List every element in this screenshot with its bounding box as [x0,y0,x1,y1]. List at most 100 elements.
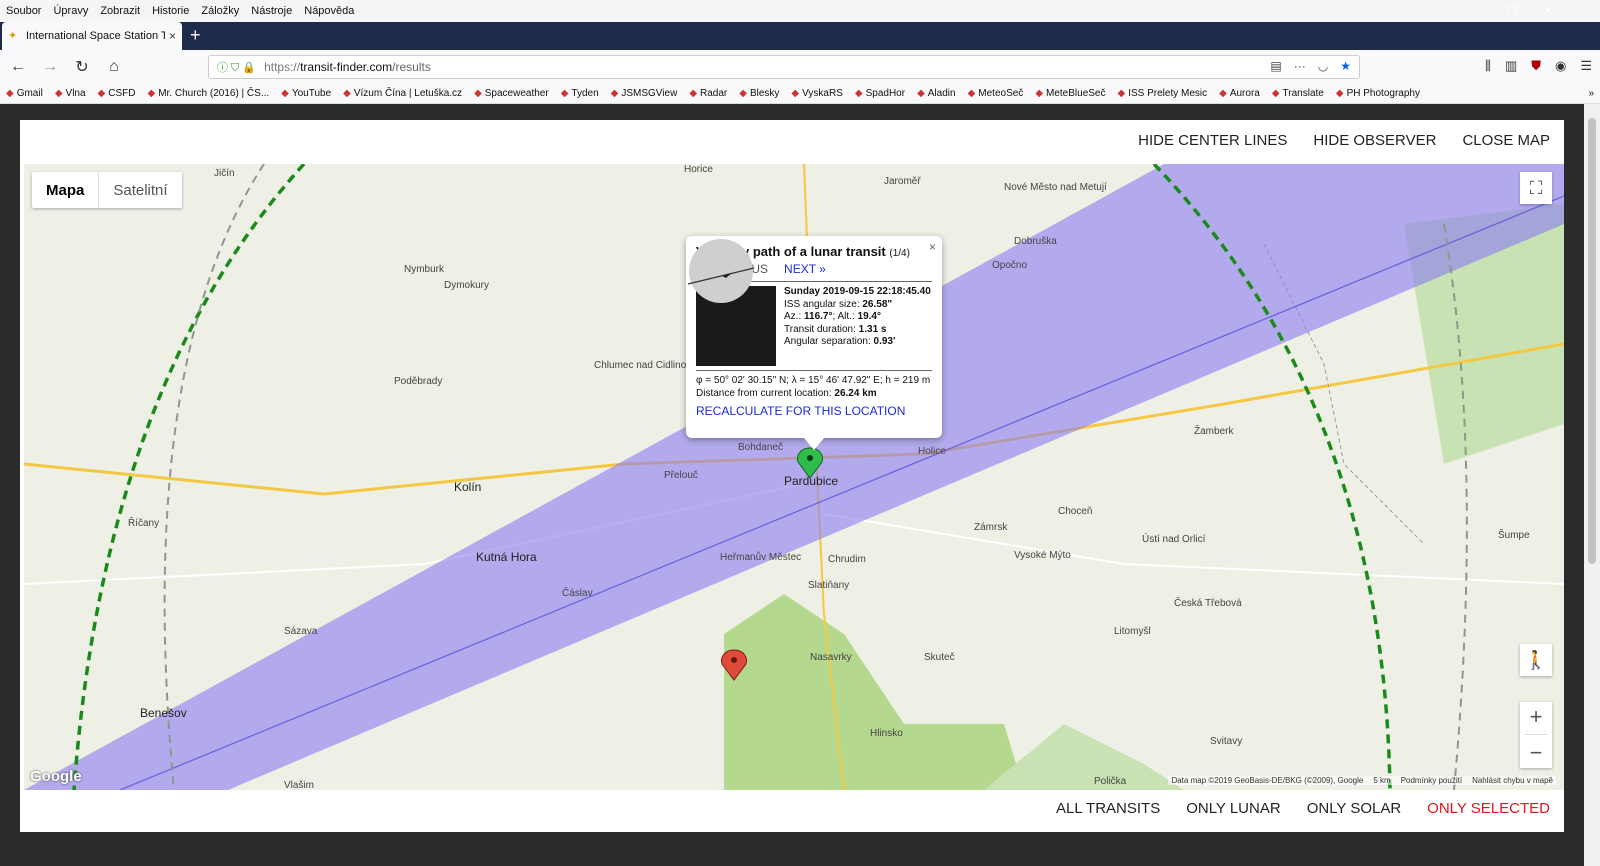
bookmark-icon: ◆ [343,88,351,99]
duration-value: 1.31 s [858,323,887,335]
url-bar[interactable]: ⓘ ⛉ 🔒 https:// transit-finder.com /resul… [208,55,1360,79]
next-button[interactable]: NEXT » [784,262,826,276]
bookmark-item[interactable]: ◆ Tyden [555,88,605,99]
bookmark-item[interactable]: ◆ JSMSGView [605,88,684,99]
info-page: (1/4) [889,248,910,259]
bookmark-item[interactable]: ◆ Translate [1266,88,1330,99]
reload-button[interactable]: ↻ [68,53,96,81]
bookmark-label: Blesky [749,88,780,99]
only-lunar-button[interactable]: ONLY LUNAR [1186,800,1280,817]
terms-link[interactable]: Podmínky použití [1401,776,1462,785]
town-label: Nymburk [404,264,445,275]
menu-view[interactable]: Zobrazit [94,5,146,17]
bookmark-icon: ◆ [854,88,863,99]
all-transits-button[interactable]: ALL TRANSITS [1056,800,1160,817]
town-label: Skuteč [924,652,955,663]
separation-value: 0.93' [873,336,896,347]
menu-tools[interactable]: Nástroje [245,5,298,17]
restore-button[interactable]: ❐ [1494,0,1530,22]
bookmark-icon: ◆ [791,88,800,99]
bookmark-item[interactable]: ◆ MeteoSeč [962,88,1030,99]
bookmark-item[interactable]: ◆ VyskaRS [785,88,848,99]
pegman-icon[interactable]: 🚶 [1520,644,1552,676]
close-tab-icon[interactable]: × [169,29,176,43]
bookmark-label: MeteBlueSeč [1046,88,1106,99]
reader-icon[interactable]: ▤ [1270,59,1281,73]
zoom-out-button[interactable]: − [1530,740,1543,766]
bookmark-item[interactable]: ◆ SpadHor [849,88,911,99]
more-icon[interactable]: ··· [1294,59,1306,73]
tab-strip: ✦ International Space Station Tra × + [0,22,1600,50]
page-content: HIDE CENTER LINES HIDE OBSERVER CLOSE MA… [0,104,1584,866]
bookmark-item[interactable]: ◆ YouTube [275,88,337,99]
bookmark-label: JSMSGView [621,88,678,99]
map-type-map-button[interactable]: Mapa [32,172,98,208]
town-label: Slatiňany [808,580,850,591]
bookmark-item[interactable]: ◆ MeteBlueSeč [1029,88,1111,99]
back-button[interactable]: ← [4,53,32,81]
close-window-button[interactable]: ✕ [1530,0,1566,22]
hide-observer-button[interactable]: HIDE OBSERVER [1313,132,1436,149]
account-icon[interactable]: ◉ [1555,58,1566,74]
hide-center-lines-button[interactable]: HIDE CENTER LINES [1138,132,1287,149]
menu-edit[interactable]: Úpravy [47,5,94,17]
bookmarks-overflow-button[interactable]: » [1582,88,1600,99]
transit-map[interactable]: Jičín Nymburk Dymokury Poděbrady Chlumec… [24,164,1564,790]
page-scrollbar[interactable] [1584,104,1600,866]
town-label: Chlumec nad Cidlinou [594,360,692,371]
bookmark-label: Translate [1282,88,1324,99]
google-logo: Google [30,768,82,785]
ublock-icon[interactable]: ⛊ [1531,58,1541,74]
report-link[interactable]: Nahlásit chybu v mapě [1472,776,1553,785]
home-button[interactable]: ⌂ [100,53,128,81]
recalculate-button[interactable]: RECALCULATE FOR THIS LOCATION [696,404,932,418]
menu-bookmarks[interactable]: Záložky [195,5,245,17]
map-type-satellite-button[interactable]: Satelitní [98,172,181,208]
fullscreen-icon[interactable]: ⛶ [1520,172,1552,204]
sidebar-icon[interactable]: ▥ [1505,58,1517,74]
menu-help[interactable]: Nápověda [298,5,360,17]
close-info-icon[interactable]: × [929,240,936,254]
bookmark-item[interactable]: ◆ Blesky [733,88,785,99]
new-tab-button[interactable]: + [190,25,201,46]
bookmark-label: VyskaRS [802,88,843,99]
zoom-separator [1525,734,1547,736]
star-icon[interactable]: ★ [1340,59,1351,73]
tab-active[interactable]: ✦ International Space Station Tra × [2,22,182,50]
bookmark-item[interactable]: ◆ PH Photography [1330,88,1426,99]
scrollbar-thumb[interactable] [1588,118,1596,564]
bookmark-item[interactable]: ◆ Spaceweather [468,88,555,99]
menu-file[interactable]: Soubor [0,5,47,17]
town-label: Heřmanův Městec [720,552,802,563]
zoom-in-button[interactable]: + [1530,704,1543,730]
bookmark-item[interactable]: ◆ ISS Prelety Mesic [1112,88,1214,99]
bookmark-icon: ◆ [610,88,619,99]
road-east [823,513,1564,585]
town-label: Žamberk [1194,426,1234,437]
library-icon[interactable]: ⫼ [1485,58,1491,74]
bookmark-item[interactable]: ◆ Radar [683,88,733,99]
bookmark-item[interactable]: ◆ Mr. Church (2016) | ČS... [141,88,275,99]
minimize-button[interactable]: – [1456,0,1492,22]
bookmark-item[interactable]: ◆ Vlna [49,88,92,99]
bookmark-item[interactable]: ◆ Gmail [0,88,49,99]
town-label: Zámrsk [974,522,1008,533]
only-selected-button[interactable]: ONLY SELECTED [1427,800,1550,817]
bookmark-item[interactable]: ◆ Aurora [1213,88,1266,99]
forward-button[interactable]: → [36,53,64,81]
bookmark-item[interactable]: ◆ CSFD [92,88,142,99]
bookmark-icon: ◆ [1335,88,1344,99]
bookmark-icon: ◆ [1219,88,1227,99]
town-label: Šumpe [1498,530,1530,541]
hamburger-menu-icon[interactable]: ☰ [1580,58,1592,74]
menu-history[interactable]: Historie [146,5,195,17]
only-solar-button[interactable]: ONLY SOLAR [1307,800,1401,817]
town-label: Vysoké Mýto [1014,550,1071,561]
bookmark-item[interactable]: ◆ Vízum Čína | Letuška.cz [337,88,468,99]
bookmark-item[interactable]: ◆ Aladin [911,88,962,99]
close-map-button[interactable]: CLOSE MAP [1462,132,1550,149]
url-path: /results [392,60,431,74]
bookmark-label: YouTube [291,88,332,99]
pocket-icon[interactable]: ◡ [1318,59,1328,73]
bookmark-icon: ◆ [739,88,747,99]
